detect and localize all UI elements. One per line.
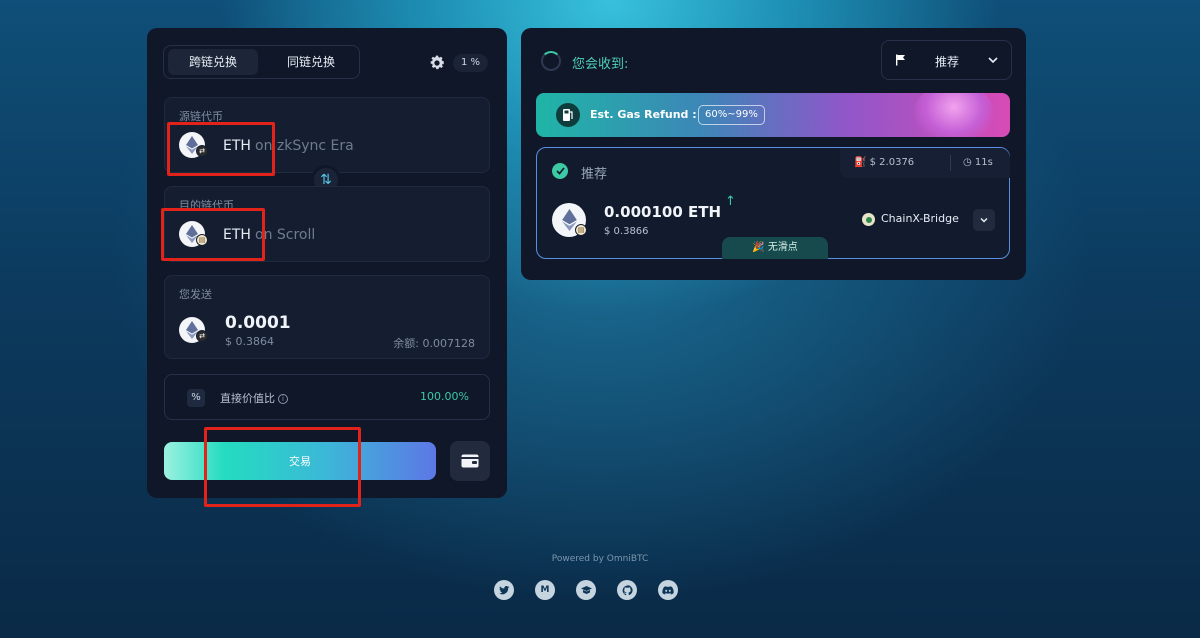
route-gas-value: $ 2.0376 <box>869 157 915 168</box>
percent-icon: % <box>187 389 205 407</box>
trade-button[interactable]: 交易 <box>164 442 436 480</box>
tab-cross-chain[interactable]: 跨链兑换 <box>168 49 258 75</box>
source-token-label: 源链代币 <box>179 110 223 123</box>
sort-dropdown[interactable]: 推荐 <box>881 40 1012 80</box>
source-token-chain: on zkSync Era <box>255 138 354 154</box>
no-slippage-text: 无滑点 <box>767 242 798 253</box>
route-recommended-label: 推荐 <box>581 167 608 182</box>
chainx-logo-icon <box>862 213 875 226</box>
route-expand-button[interactable] <box>973 209 995 231</box>
destination-token-label: 目的链代币 <box>179 199 234 212</box>
destination-token-symbol: ETH <box>223 227 251 243</box>
gas-refund-banner: Est. Gas Refund : 60%~99% <box>536 93 1010 137</box>
zksync-chain-icon: ⇄ <box>196 330 208 342</box>
scroll-chain-icon: ▤ <box>575 224 587 236</box>
route-time: ◷ 11s <box>963 157 993 168</box>
send-label: 您发送 <box>179 288 212 301</box>
route-meta-bar: ⛽ $ 2.0376 ◷ 11s <box>840 148 1010 178</box>
check-icon <box>552 163 568 179</box>
swap-mode-tabs: 跨链兑换 同链兑换 <box>163 45 360 79</box>
gas-pump-icon <box>556 103 580 127</box>
quote-panel: 您会收到: 推荐 Est. Gas Refund : 60%~99% 推荐 ⛽ … <box>521 28 1026 280</box>
discord-icon[interactable] <box>658 580 678 600</box>
no-slippage-tag: 🎉 无滑点 <box>722 237 828 259</box>
gas-refund-text: Est. Gas Refund : <box>590 108 697 121</box>
gas-refund-range: 60%~99% <box>698 105 765 125</box>
divider <box>950 155 951 171</box>
value-ratio-label: 直接价值比 i <box>220 390 288 406</box>
source-token-symbol: ETH <box>223 138 251 154</box>
slippage-badge[interactable]: 1 % <box>453 54 489 72</box>
send-amount-usd: $ 0.3864 <box>225 335 274 348</box>
arrow-up-icon: ↑ <box>725 194 736 209</box>
info-icon[interactable]: i <box>278 394 288 404</box>
send-amount-input[interactable]: 0.0001 <box>225 313 291 333</box>
scroll-chain-icon: ▤ <box>196 234 208 246</box>
gas-fee-icon: ⛽ <box>854 157 867 168</box>
powered-by-text: Powered by OmniBTC <box>551 554 649 564</box>
receive-label: 您会收到: <box>572 57 629 72</box>
party-icon: 🎉 <box>752 242 765 253</box>
chevron-down-icon <box>980 217 988 223</box>
social-links: M <box>494 580 684 600</box>
destination-token-chain: on Scroll <box>255 227 316 243</box>
bridge-name: ChainX-Bridge <box>881 212 959 225</box>
destination-token-box[interactable]: 目的链代币 ▤ ETH on Scroll <box>164 186 490 262</box>
send-amount-box: 您发送 ⇄ 0.0001 $ 0.3864 余额: 0.007128 <box>164 275 490 359</box>
sort-dropdown-value: 推荐 <box>935 55 960 69</box>
balance-text[interactable]: 余额: 0.007128 <box>393 335 475 351</box>
route-receive-usd: $ 0.3866 <box>604 226 649 237</box>
gear-icon[interactable] <box>428 54 446 72</box>
route-time-value: 11s <box>974 157 993 168</box>
wallet-button[interactable] <box>450 441 490 481</box>
docs-icon[interactable] <box>576 580 596 600</box>
tab-same-chain[interactable]: 同链兑换 <box>266 49 356 75</box>
wallet-icon <box>461 454 479 468</box>
value-ratio-value: 100.00% <box>420 390 469 403</box>
route-card[interactable]: 推荐 ⛽ $ 2.0376 ◷ 11s ▤ 0.000100 ETH ↑ $ 0… <box>536 147 1010 259</box>
clock-icon: ◷ <box>963 157 972 168</box>
coin-decoration-icon <box>914 93 994 137</box>
loading-spinner-icon <box>541 51 561 71</box>
zksync-chain-icon: ⇄ <box>196 145 208 157</box>
twitter-icon[interactable] <box>494 580 514 600</box>
route-receive-amount: 0.000100 ETH <box>604 203 722 221</box>
swap-panel: 跨链兑换 同链兑换 1 % 源链代币 ⇄ ETH on zkSync Era ⇅… <box>147 28 507 498</box>
chevron-down-icon <box>988 57 998 64</box>
value-ratio-text: 直接价值比 <box>220 392 275 405</box>
flag-icon <box>896 54 905 66</box>
source-token-box[interactable]: 源链代币 ⇄ ETH on zkSync Era <box>164 97 490 173</box>
value-ratio-box: % 直接价值比 i 100.00% <box>164 374 490 420</box>
github-icon[interactable] <box>617 580 637 600</box>
route-gas-cost: ⛽ $ 2.0376 <box>854 157 914 168</box>
medium-icon[interactable]: M <box>535 580 555 600</box>
